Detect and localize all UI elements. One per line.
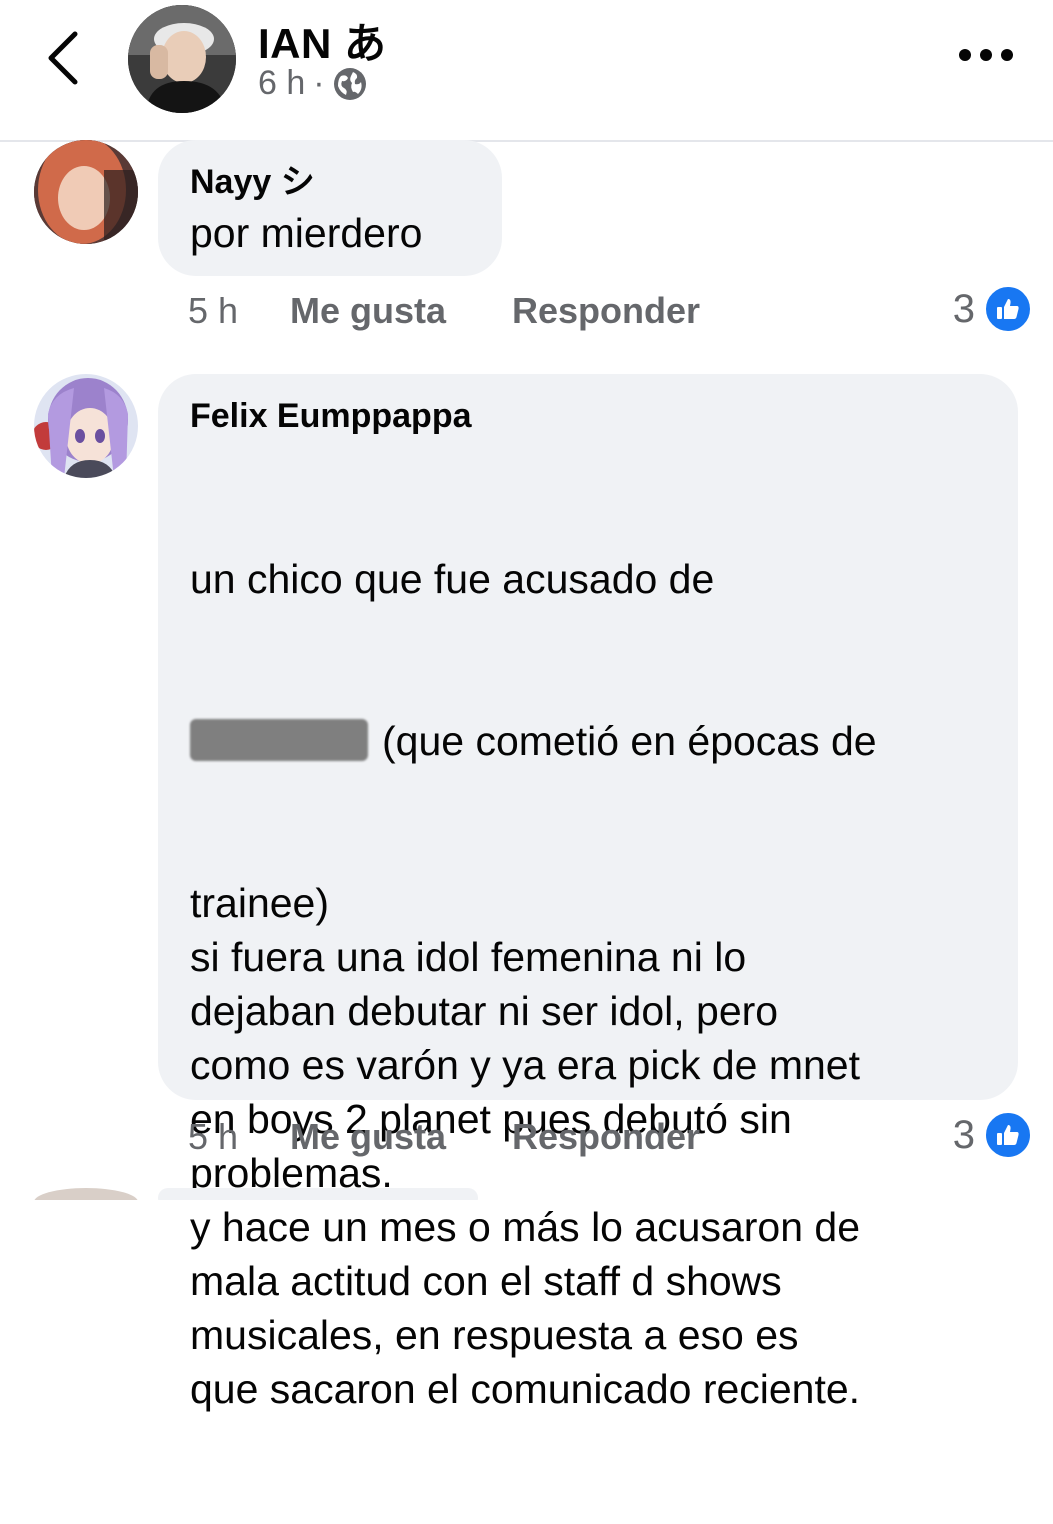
commenter-avatar[interactable] — [34, 140, 138, 244]
reaction-summary[interactable]: 3 — [953, 284, 1033, 334]
comment-text: un chico que fue acusado de (que cometió… — [190, 444, 1018, 1524]
like-button[interactable]: Me gusta — [290, 1116, 512, 1158]
more-options-button[interactable] — [959, 40, 1013, 70]
like-icon — [983, 284, 1033, 334]
reply-button[interactable]: Responder — [512, 1116, 700, 1158]
redacted-word — [190, 719, 368, 761]
comment-actions: 5 h Me gusta Responder — [188, 290, 700, 332]
back-button[interactable] — [32, 28, 92, 88]
post-meta: 6 h · — [258, 64, 367, 103]
commenter-avatar[interactable] — [34, 374, 138, 478]
comment-bubble: Nayy シ por mierdero — [158, 140, 502, 276]
more-horizontal-icon — [959, 49, 971, 61]
globe-icon — [333, 67, 366, 100]
next-comment-partial — [0, 1186, 1053, 1216]
reaction-count: 3 — [952, 1112, 975, 1157]
chevron-left-icon — [48, 31, 78, 85]
post-header: IAN あ 6 h · — [0, 0, 1053, 142]
meta-separator: · — [313, 64, 325, 102]
like-button[interactable]: Me gusta — [290, 290, 512, 332]
reply-button[interactable]: Responder — [512, 290, 700, 332]
reaction-count: 3 — [952, 286, 975, 331]
like-icon — [983, 1110, 1033, 1160]
comment-time[interactable]: 5 h — [188, 1116, 290, 1158]
author-avatar[interactable] — [128, 5, 236, 113]
comment-text-line: un chico que fue acusado de — [190, 556, 715, 602]
comment-text-line: (que cometió en épocas de — [190, 714, 1018, 768]
comment-author[interactable]: Felix Eumppappa — [190, 396, 1018, 436]
post-time[interactable]: 6 h — [258, 64, 305, 103]
comment-actions: 5 h Me gusta Responder — [188, 1116, 700, 1158]
comment-bubble: Felix Eumppappa un chico que fue acusado… — [158, 374, 1018, 1412]
comment-text: por mierdero — [190, 210, 423, 256]
reaction-summary[interactable]: 3 — [953, 1110, 1033, 1160]
comment-time[interactable]: 5 h — [188, 290, 290, 332]
comment-author[interactable]: Nayy シ — [190, 162, 502, 202]
author-name[interactable]: IAN あ — [258, 10, 387, 71]
comment-text-segment: (que cometió en épocas de — [382, 718, 877, 764]
